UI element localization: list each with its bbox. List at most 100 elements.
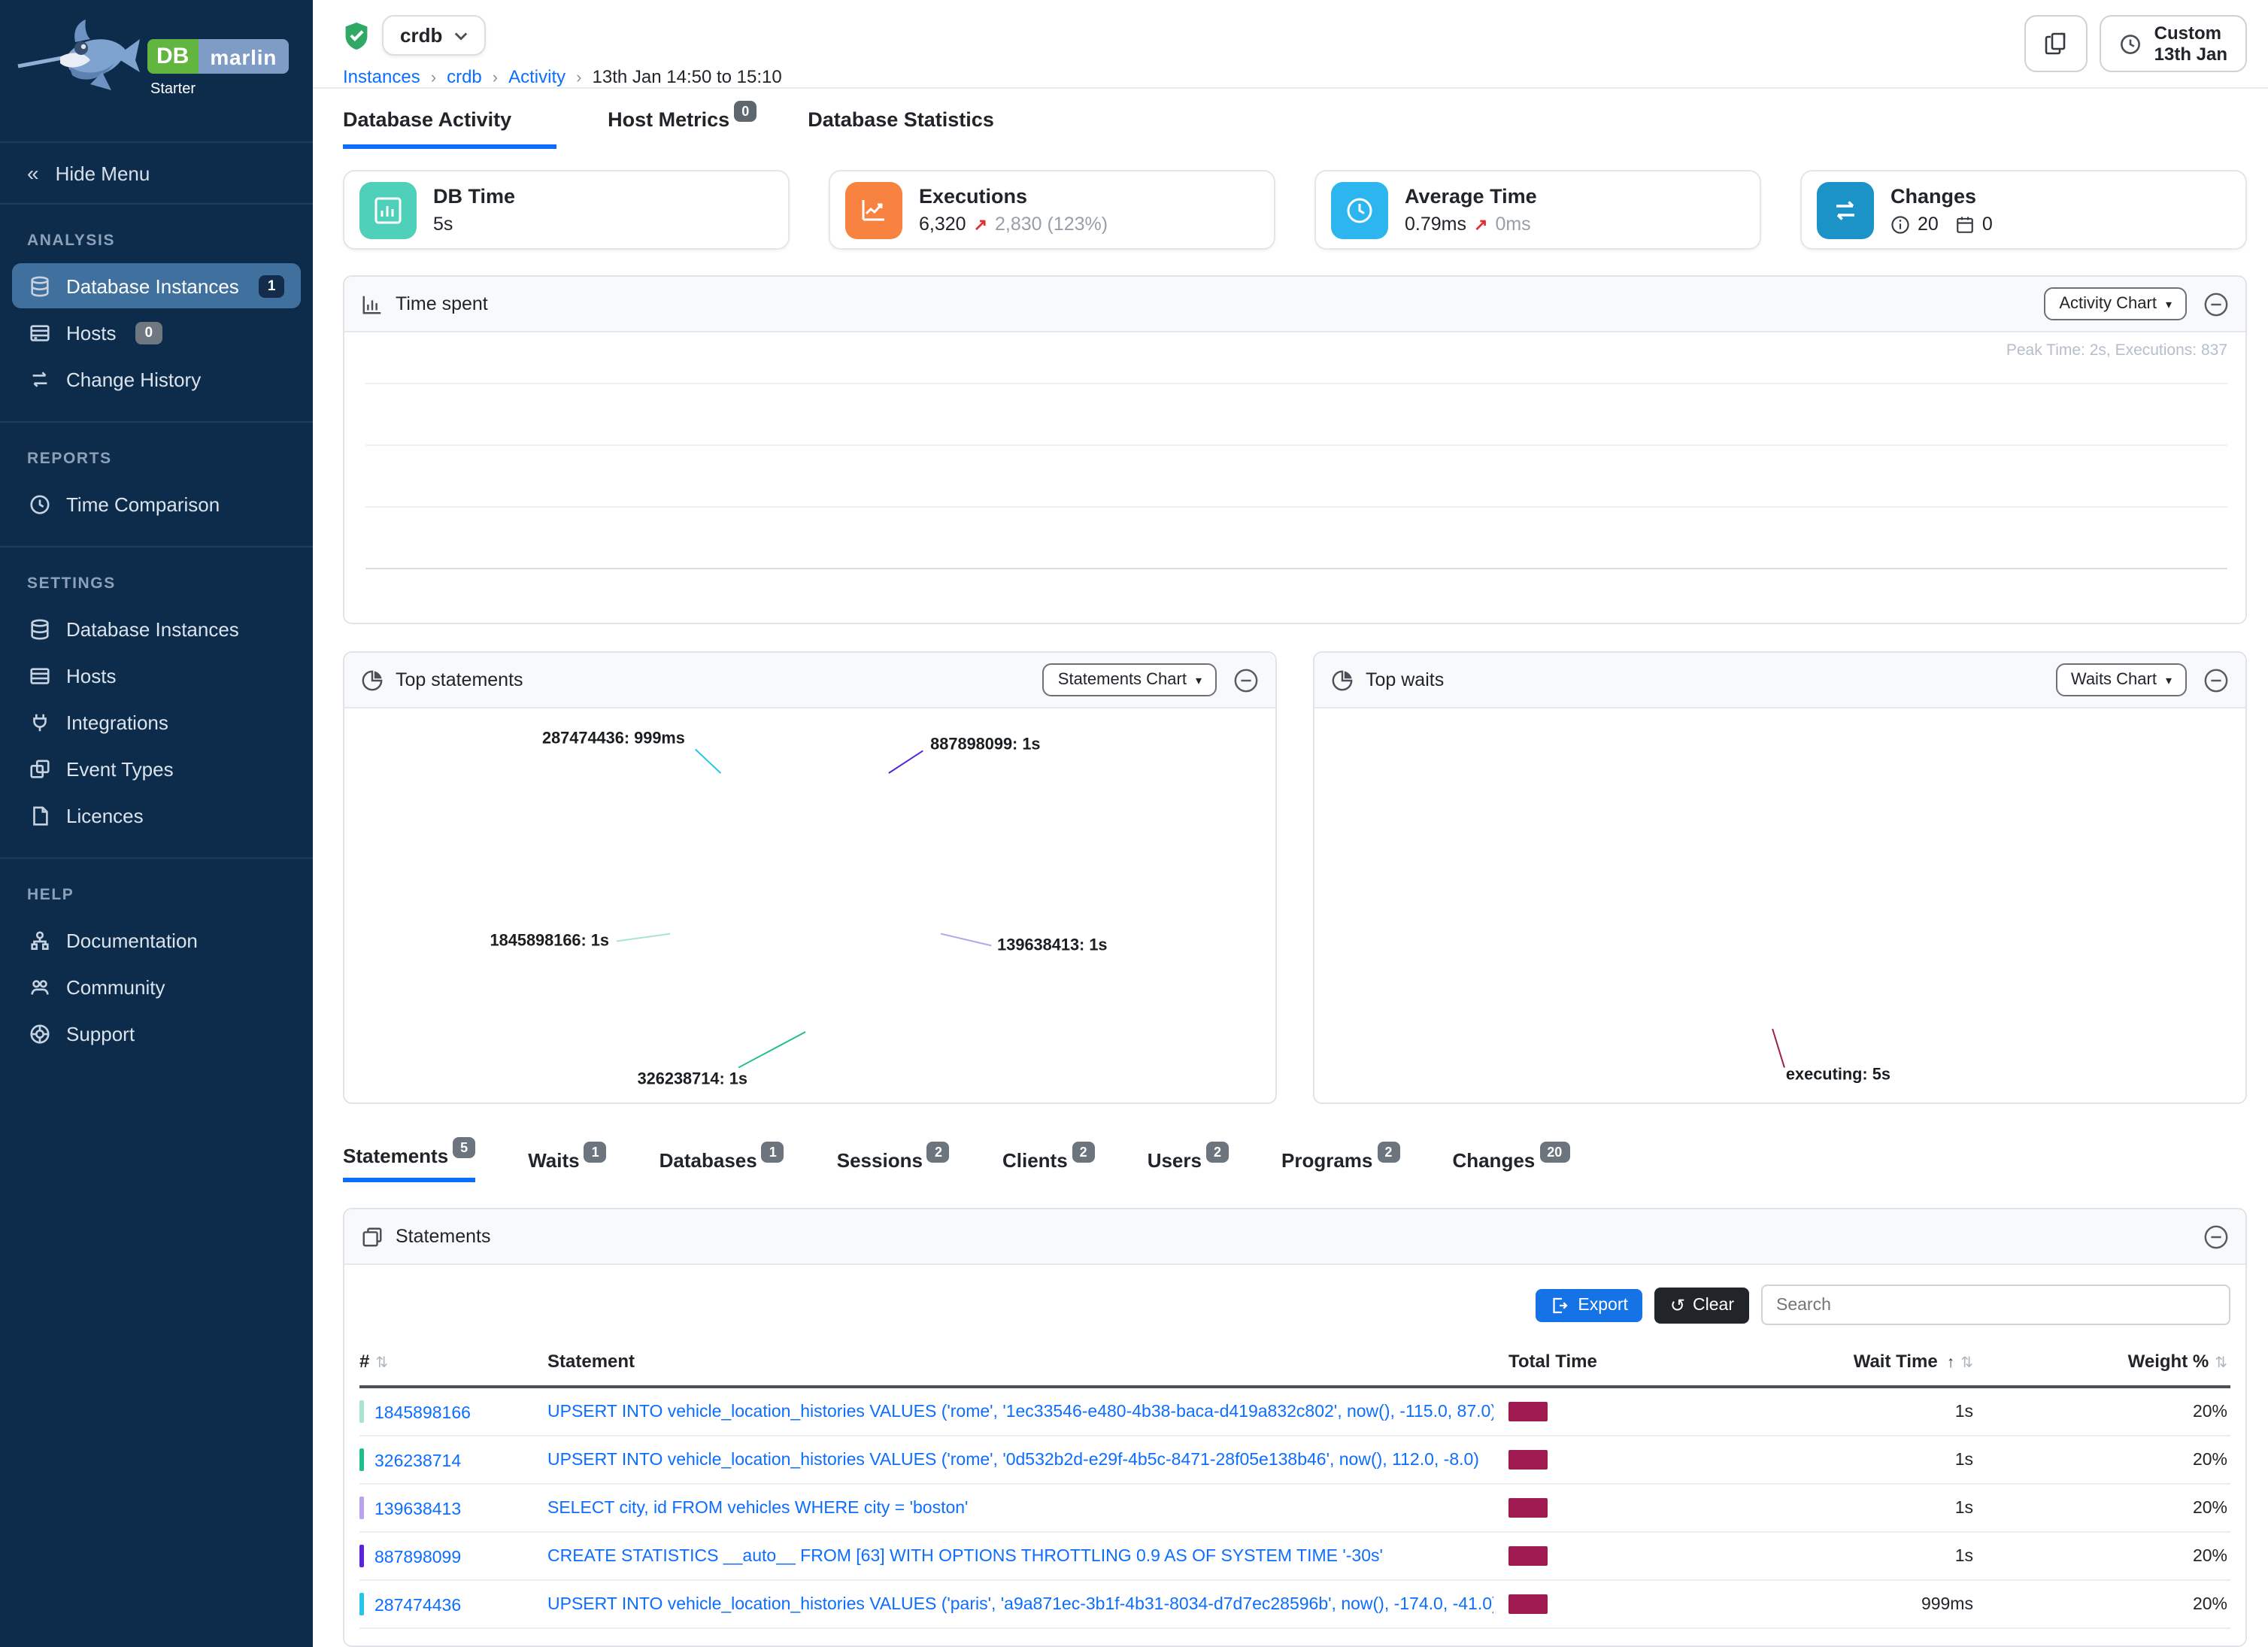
average-time-card: Average Time 0.79ms ↗ 0ms [1314, 170, 1761, 250]
donut-slice-139638413[interactable] [697, 781, 914, 998]
sidebar-item-database-instances[interactable]: Database Instances 1 [12, 263, 301, 308]
donut-slice-887898099[interactable] [697, 781, 914, 998]
table-row: 287474436 UPSERT INTO vehicle_location_h… [359, 1581, 2230, 1629]
tab-programs[interactable]: Programs2 [1281, 1149, 1399, 1182]
breadcrumb-link-instances[interactable]: Instances [343, 66, 420, 87]
card-delta: 2,830 (123%) [995, 214, 1108, 235]
waits-chart-selector[interactable]: Waits Chart ▾ [2056, 663, 2187, 696]
tab-waits[interactable]: Waits1 [528, 1149, 606, 1182]
statement-id-link[interactable]: 287474436 [374, 1597, 461, 1615]
sidebar-item-support[interactable]: Support [12, 1011, 301, 1056]
breadcrumb-link-crdb[interactable]: crdb [447, 66, 482, 87]
column-header-total-time[interactable]: Total Time [1493, 1351, 1689, 1372]
sidebar-item-change-history[interactable]: Change History [12, 356, 301, 402]
time-spent-chart-area: Peak Time: 2s, Executions: 837 [344, 332, 2245, 623]
logo: DB marlin [147, 39, 289, 74]
statement-id-link[interactable]: 326238714 [374, 1453, 461, 1471]
tab-sessions[interactable]: Sessions2 [837, 1149, 950, 1182]
activity-chart-selector[interactable]: Activity Chart ▾ [2044, 287, 2187, 320]
statement-link[interactable]: UPSERT INTO vehicle_location_histories V… [547, 1403, 1493, 1421]
breadcrumb-link-activity[interactable]: Activity [508, 66, 565, 87]
tab-host-metrics[interactable]: Host Metrics0 [608, 108, 757, 149]
trend-up-icon: ↗ [974, 214, 987, 234]
total-time-bar [1508, 1402, 1548, 1421]
tab-database-statistics[interactable]: Database Statistics [808, 108, 994, 149]
column-header-statement[interactable]: Statement [547, 1351, 1493, 1372]
statement-link[interactable]: SELECT city, id FROM vehicles WHERE city… [547, 1499, 1493, 1517]
statement-id-link[interactable]: 1845898166 [374, 1405, 471, 1423]
collapse-panel-button[interactable] [2203, 291, 2229, 317]
sidebar-item-database-instances-settings[interactable]: Database Instances [12, 606, 301, 651]
instance-selector[interactable]: crdb [382, 15, 486, 56]
sidebar-item-documentation[interactable]: Documentation [12, 918, 301, 963]
calendar-icon[interactable] [1955, 214, 1975, 234]
sort-asc-icon: ↑ [1947, 1354, 1955, 1372]
tab-count-badge: 2 [1072, 1142, 1095, 1163]
export-button[interactable]: Export [1536, 1288, 1643, 1321]
breadcrumb: Instances›crdb›Activity›13th Jan 14:50 t… [343, 66, 782, 87]
donut-slice-executing[interactable] [1666, 779, 1886, 999]
statement-link[interactable]: UPSERT INTO vehicle_location_histories V… [547, 1451, 1493, 1469]
tab-statements[interactable]: Statements5 [343, 1145, 475, 1182]
wait-time-value: 1s [1689, 1499, 1976, 1517]
tab-count-badge: 2 [927, 1142, 950, 1163]
search-input[interactable] [1761, 1285, 2230, 1325]
donut-slice-287474436[interactable] [697, 781, 914, 998]
slice-label-executing: executing: 5s [1786, 1064, 1891, 1083]
total-time-bar [1508, 1546, 1548, 1566]
sidebar-item-integrations[interactable]: Integrations [12, 699, 301, 745]
statement-color-bar [359, 1400, 364, 1423]
donut-slice-326238714[interactable] [697, 781, 914, 998]
wait-time-value: 1s [1689, 1451, 1976, 1469]
statement-link[interactable]: CREATE STATISTICS __auto__ FROM [63] WIT… [547, 1547, 1493, 1565]
tab-database-activity[interactable]: Database Activity [343, 108, 556, 149]
sort-icon: ⇅ [2215, 1355, 2227, 1372]
table-row: 326238714 UPSERT INTO vehicle_location_h… [359, 1436, 2230, 1485]
sidebar-item-hosts[interactable]: Hosts 0 [12, 310, 301, 355]
statement-link[interactable]: UPSERT INTO vehicle_location_histories V… [547, 1595, 1493, 1613]
sidebar-item-event-types[interactable]: Event Types [12, 746, 301, 791]
statements-table: #⇅ Statement Total Time Wait Time↑⇅ Weig… [359, 1342, 2230, 1629]
slice-label-287474436: 287474436: 999ms [542, 728, 685, 747]
panel-header: Top waits Waits Chart ▾ [1314, 653, 2245, 708]
info-circle-icon[interactable] [1891, 214, 1910, 234]
tab-count-badge: 1 [584, 1142, 607, 1163]
nav-section-reports: REPORTS Time Comparison [0, 423, 313, 547]
leader-line [738, 1032, 805, 1067]
card-title: Average Time [1405, 185, 1537, 208]
column-header-wait-time[interactable]: Wait Time↑⇅ [1689, 1351, 1976, 1372]
panel-title: Top statements [396, 669, 523, 690]
tab-clients[interactable]: Clients2 [1002, 1149, 1095, 1182]
main-content: crdb Instances›crdb›Activity›13th Jan 14… [313, 0, 2268, 1647]
donut-slice-1845898166[interactable] [697, 781, 914, 998]
total-time-bar [1508, 1498, 1548, 1518]
total-time-bar [1508, 1450, 1548, 1470]
sidebar-item-community[interactable]: Community [12, 964, 301, 1009]
sidebar-item-time-comparison[interactable]: Time Comparison [12, 481, 301, 526]
collapse-panel-button[interactable] [2203, 667, 2229, 693]
tab-changes[interactable]: Changes20 [1452, 1149, 1569, 1182]
statement-id-link[interactable]: 139638413 [374, 1501, 461, 1519]
copy-link-button[interactable] [2025, 15, 2088, 72]
sort-icon: ⇅ [1960, 1355, 1973, 1372]
hide-menu-button[interactable]: « Hide Menu [0, 141, 313, 205]
time-range-button[interactable]: Custom 13th Jan [2100, 15, 2247, 72]
collapse-panel-button[interactable] [1233, 667, 1259, 693]
slice-label-1845898166: 1845898166: 1s [490, 930, 609, 949]
export-label: Export [1578, 1296, 1628, 1314]
selector-label: Activity Chart [2059, 295, 2157, 313]
statements-chart-selector[interactable]: Statements Chart ▾ [1043, 663, 1217, 696]
plug-icon [27, 710, 51, 734]
collapse-panel-button[interactable] [2203, 1224, 2229, 1249]
donut-panels-row: Top statements Statements Chart ▾ [343, 651, 2247, 1104]
tab-databases[interactable]: Databases1 [659, 1149, 784, 1182]
column-header-weight[interactable]: Weight %⇅ [1976, 1351, 2230, 1372]
column-header-id[interactable]: #⇅ [359, 1351, 547, 1372]
leader-line [1772, 1029, 1784, 1067]
sidebar-item-hosts-settings[interactable]: Hosts [12, 653, 301, 698]
time-spent-chart[interactable] [359, 375, 2233, 618]
statement-id-link[interactable]: 887898099 [374, 1549, 461, 1567]
clear-button[interactable]: ↺ Clear [1655, 1287, 1749, 1323]
sidebar-item-licences[interactable]: Licences [12, 793, 301, 838]
tab-users[interactable]: Users2 [1148, 1149, 1229, 1182]
